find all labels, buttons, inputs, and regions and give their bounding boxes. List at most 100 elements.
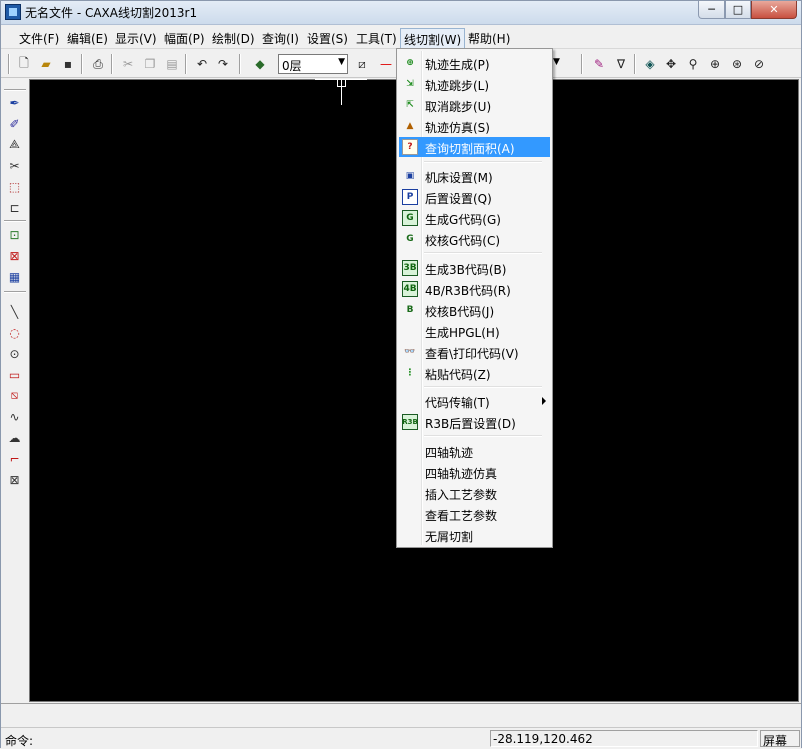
menu-item-post[interactable]: P 后置设置(Q) <box>399 187 550 207</box>
eraser-icon[interactable]: ✎ <box>590 55 608 73</box>
app-window: 无名文件 - CAXA线切割2013r1 ─ □ ✕ 文件(F) 编辑(E) 显… <box>0 0 802 748</box>
edit-doc-icon[interactable]: ▦ <box>6 268 23 285</box>
cloud-icon[interactable]: ☁ <box>6 429 23 446</box>
coordinate-readout: -28.119,120.462 <box>490 730 758 747</box>
dimension-icon[interactable]: ⟁ <box>6 136 23 153</box>
machine-icon: ▣ <box>405 171 415 181</box>
menu-item-query-area[interactable]: ? 查询切割面积(A) <box>399 137 550 157</box>
zoom-previous-icon[interactable]: ⊘ <box>750 55 768 73</box>
menu-item-chipless-cut[interactable]: 无屑切割 <box>399 525 550 545</box>
layer-stack-icon[interactable]: ◆ <box>251 55 269 73</box>
paste-code-icon: ⋮ <box>405 368 415 378</box>
layer-select[interactable]: 0层 ▼ <box>278 54 348 74</box>
menu-item-gcode[interactable]: G 生成G代码(G) <box>399 208 550 228</box>
menu-help[interactable]: 帮助(H) <box>468 30 510 47</box>
menu-item-view-print[interactable]: 👓 查看\打印代码(V) <box>399 342 550 362</box>
menu-separator <box>424 386 542 388</box>
menu-item-code4b[interactable]: 4B 4B/R3B代码(R) <box>399 279 550 299</box>
arc-center-icon[interactable]: ◌ <box>6 324 23 341</box>
screen-mode-button[interactable]: 屏幕 <box>760 730 800 748</box>
zoom-all-icon[interactable]: ⊛ <box>728 55 746 73</box>
zoom-window-icon[interactable]: ⊕ <box>706 55 724 73</box>
menu-item-check-gcode[interactable]: G 校核G代码(C) <box>399 229 550 249</box>
menu-draw[interactable]: 绘制(D) <box>212 30 255 47</box>
menu-item-cancel-jump[interactable]: ⇱ 取消跳步(U) <box>399 95 550 115</box>
menu-item-transfer[interactable]: 代码传输(T) <box>399 391 550 411</box>
cross-hatch-icon[interactable]: ⊠ <box>6 471 23 488</box>
track-sim-icon: ▲ <box>406 121 414 131</box>
menu-item-paste-code[interactable]: ⋮ 粘贴代码(Z) <box>399 363 550 383</box>
scissors-icon[interactable]: ✂ <box>6 157 23 174</box>
menu-item-view-params[interactable]: 查看工艺参数 <box>399 504 550 524</box>
menu-edit[interactable]: 编辑(E) <box>67 30 108 47</box>
menu-view[interactable]: 显示(V) <box>115 30 157 47</box>
cancel-jump-icon: ⇱ <box>406 100 414 110</box>
filter-icon[interactable]: ∇ <box>612 55 630 73</box>
chevron-down-icon[interactable]: ▼ <box>553 57 560 67</box>
minimize-icon: ─ <box>708 3 715 16</box>
new-file-icon[interactable]: 🗋 <box>15 55 33 73</box>
command-label: 命令: <box>5 734 34 748</box>
app-icon[interactable] <box>5 4 21 20</box>
menu-query[interactable]: 查询(I) <box>262 30 299 47</box>
rectangle-icon[interactable]: ▭ <box>6 366 23 383</box>
block-icon[interactable]: ⬚ <box>6 178 23 195</box>
command-area[interactable] <box>1 703 801 725</box>
cut-icon[interactable]: ✂ <box>119 55 137 73</box>
copy-icon[interactable]: ❐ <box>141 55 159 73</box>
spline-icon[interactable]: ∿ <box>6 408 23 425</box>
toolbar-separator <box>185 54 187 74</box>
minimize-button[interactable]: ─ <box>698 1 725 19</box>
menu-item-four-axis[interactable]: 四轴轨迹 <box>399 441 550 461</box>
menu-settings[interactable]: 设置(S) <box>307 30 348 47</box>
menu-item-insert-params[interactable]: 插入工艺参数 <box>399 483 550 503</box>
redo-icon[interactable]: ↷ <box>214 55 232 73</box>
close-button[interactable]: ✕ <box>751 1 797 19</box>
menu-file[interactable]: 文件(F) <box>19 30 59 47</box>
chain-a-icon[interactable]: ⊡ <box>6 226 23 243</box>
title-bar: 无名文件 - CAXA线切割2013r1 ─ □ ✕ <box>1 1 801 25</box>
zoom-dynamic-icon[interactable]: ⚲ <box>684 55 702 73</box>
drawing-toolbar: ✒ ✐ ⟁ ✂ ⬚ ⊏ ⊡ ⊠ ▦ ╲ ◌ ⊙ ▭ ⧅ ∿ ☁ ⌐ ⊠ <box>1 79 28 702</box>
toolbar-separator <box>81 54 83 74</box>
pen-icon[interactable]: ✒ <box>6 94 23 111</box>
open-folder-icon[interactable]: ▰ <box>37 55 55 73</box>
hatch-icon[interactable]: ⧅ <box>6 387 23 404</box>
toolbar-separator <box>4 220 26 222</box>
post-icon: P <box>402 189 418 205</box>
text-xxx-icon[interactable]: ⊠ <box>6 247 23 264</box>
region-fill-icon[interactable]: ◈ <box>641 55 659 73</box>
gcode-icon: G <box>402 210 418 226</box>
pan-icon[interactable]: ✥ <box>662 55 680 73</box>
circle-icon[interactable]: ⊙ <box>6 345 23 362</box>
menu-item-track-jump[interactable]: ⇲ 轨迹跳步(L) <box>399 74 550 94</box>
tag-icon[interactable]: ⊏ <box>6 199 23 216</box>
menu-item-track-sim[interactable]: ▲ 轨迹仿真(S) <box>399 116 550 136</box>
menu-paper[interactable]: 幅面(P) <box>164 30 205 47</box>
line-icon[interactable]: ╲ <box>6 303 23 320</box>
line-color-icon[interactable]: — <box>377 55 395 73</box>
maximize-button[interactable]: □ <box>725 1 751 19</box>
menu-item-track-gen[interactable]: ⊕ 轨迹生成(P) <box>399 53 550 73</box>
save-icon[interactable]: ▪ <box>59 55 77 73</box>
layer-value: 0层 <box>282 59 302 73</box>
menu-item-r3b-post[interactable]: R3B R3B后置设置(D) <box>399 412 550 432</box>
menu-item-code3b[interactable]: 3B 生成3B代码(B) <box>399 258 550 278</box>
toolbar-separator <box>634 54 636 74</box>
line-style-icon[interactable]: ⧄ <box>353 55 371 73</box>
toolbar-separator <box>4 89 26 91</box>
menu-item-hpgl[interactable]: 生成HPGL(H) <box>399 321 550 341</box>
query-area-icon: ? <box>402 139 418 155</box>
chevron-down-icon[interactable]: ▼ <box>338 57 345 67</box>
toolbar-separator <box>8 54 10 74</box>
menu-item-four-axis-sim[interactable]: 四轴轨迹仿真 <box>399 462 550 482</box>
menu-tools[interactable]: 工具(T) <box>356 30 397 47</box>
print-icon[interactable]: ⎙ <box>89 55 107 73</box>
menu-item-check-bcode[interactable]: B 校核B代码(J) <box>399 300 550 320</box>
brush-icon[interactable]: ✐ <box>6 115 23 132</box>
polyline-corner-icon[interactable]: ⌐ <box>6 450 23 467</box>
undo-icon[interactable]: ↶ <box>193 55 211 73</box>
menu-item-machine[interactable]: ▣ 机床设置(M) <box>399 166 550 186</box>
code3b-icon: 3B <box>402 260 418 276</box>
paste-icon[interactable]: ▤ <box>163 55 181 73</box>
